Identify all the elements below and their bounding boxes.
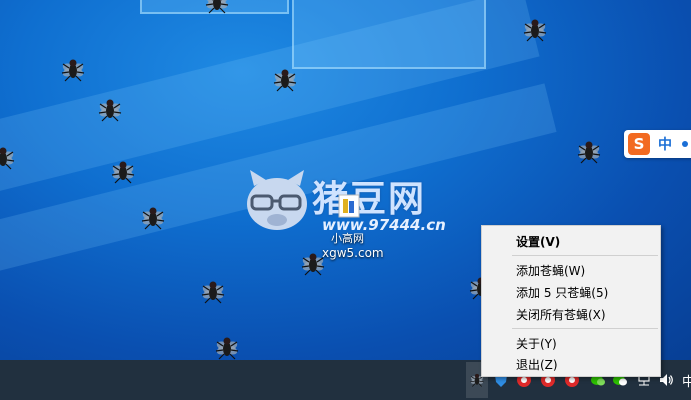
fly-icon[interactable]: [210, 334, 244, 360]
menu-separator: [512, 255, 658, 256]
menu-item-add-five-flies[interactable]: 添加 5 只苍蝇(5): [516, 284, 608, 301]
pig-logo-icon: [247, 170, 307, 230]
fly-icon[interactable]: [0, 144, 20, 172]
fly-icon[interactable]: [268, 66, 302, 94]
ime-language-toggle[interactable]: 中: [658, 134, 672, 154]
menu-item-exit[interactable]: 退出(Z): [516, 356, 558, 373]
fly-icon[interactable]: [196, 278, 230, 306]
sogou-ime-bar[interactable]: S 中: [624, 130, 691, 158]
app-shortcut-label[interactable]: 小高网: [331, 230, 364, 246]
fly-icon[interactable]: [572, 138, 606, 166]
app-shortcut-icon[interactable]: [337, 193, 361, 219]
fly-icon[interactable]: [200, 0, 234, 16]
fly-icon[interactable]: [56, 56, 90, 84]
ime-punctuation-icon[interactable]: [682, 141, 688, 147]
watermark-title: 猪豆网: [312, 179, 427, 220]
site-watermark: xgw5.com: [322, 246, 384, 260]
ime-indicator[interactable]: 中: [682, 371, 691, 390]
menu-separator: [512, 328, 658, 329]
tray-context-menu: 设置(V) 添加苍蝇(W) 添加 5 只苍蝇(5) 关闭所有苍蝇(X) 关于(Y…: [481, 225, 661, 377]
fly-icon[interactable]: [93, 96, 127, 124]
menu-item-about[interactable]: 关于(Y): [516, 335, 557, 352]
menu-item-settings[interactable]: 设置(V): [516, 233, 560, 250]
fly-icon[interactable]: [136, 204, 170, 232]
windows-logo-pane: [292, 0, 486, 69]
fly-icon[interactable]: [518, 16, 552, 44]
menu-item-close-all-flies[interactable]: 关闭所有苍蝇(X): [516, 306, 606, 323]
fly-icon[interactable]: [106, 158, 140, 186]
sogou-logo-icon[interactable]: S: [628, 133, 650, 155]
menu-item-add-fly[interactable]: 添加苍蝇(W): [516, 262, 585, 279]
